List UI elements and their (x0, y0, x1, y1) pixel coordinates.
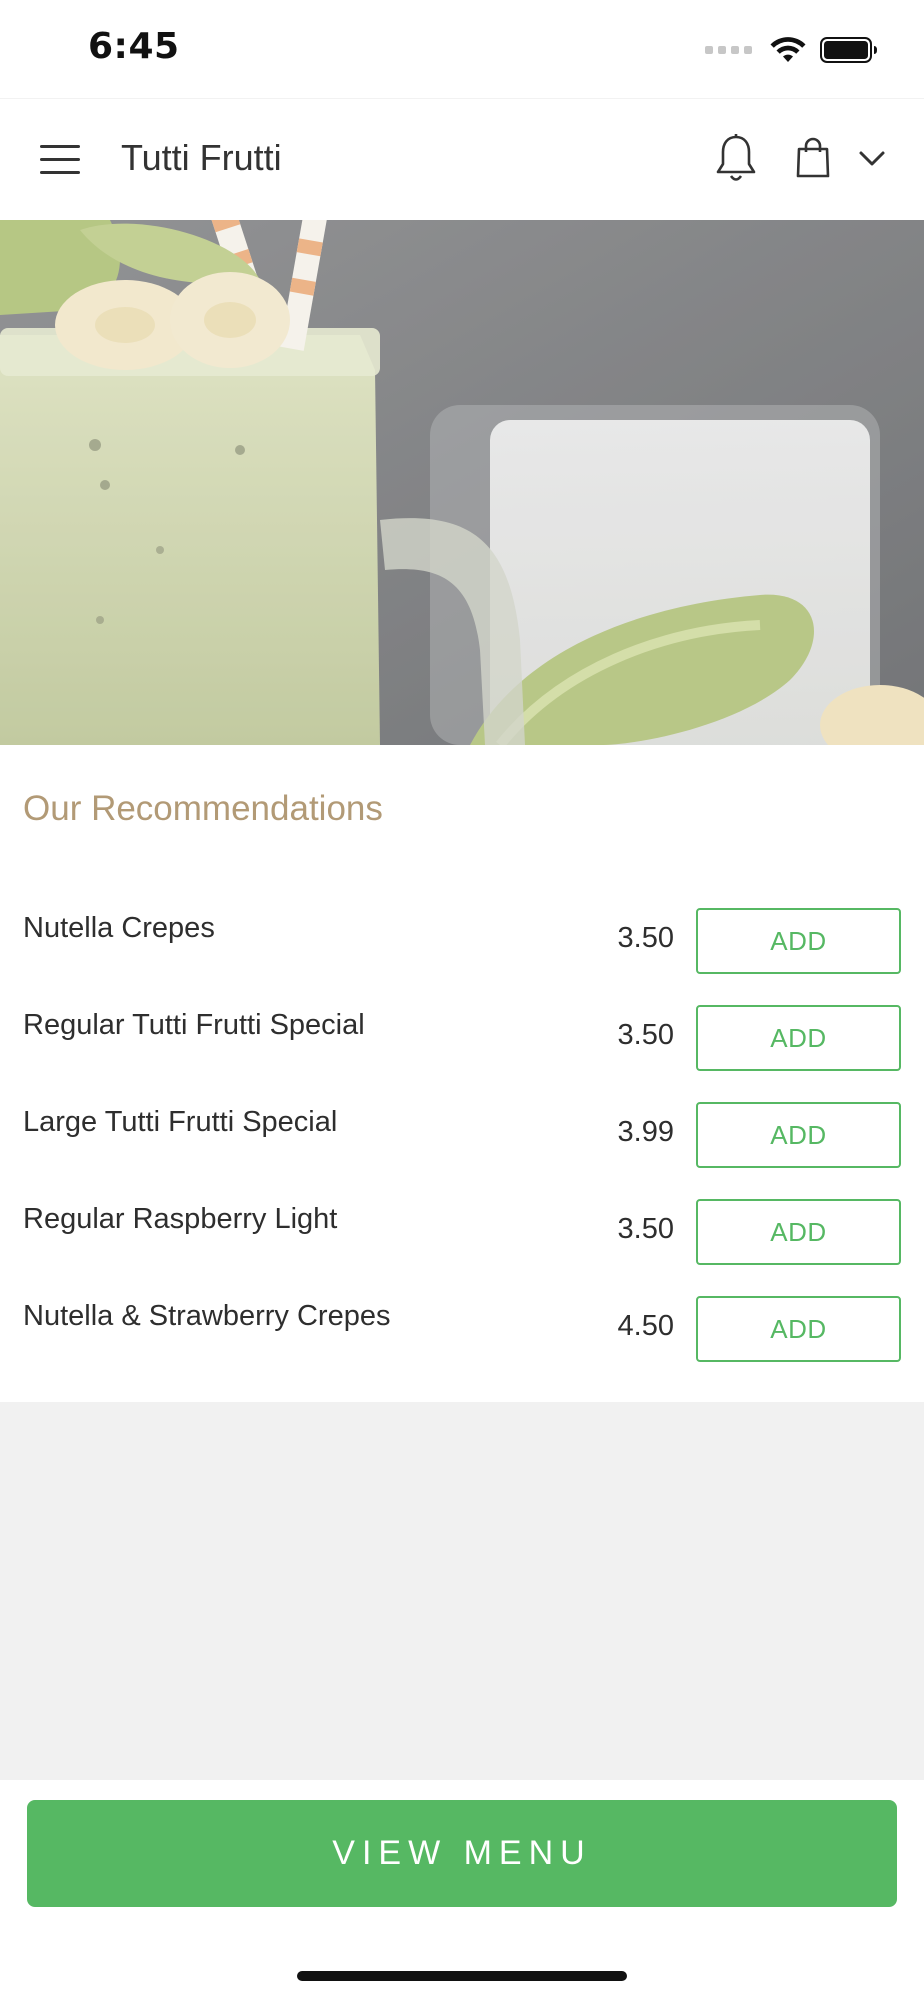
status-icons (705, 30, 878, 70)
item-price: 4.50 (617, 1310, 674, 1342)
wifi-icon (770, 37, 806, 62)
list-item: Nutella Crepes 3.50 ADD (0, 908, 924, 978)
item-name: Nutella Crepes (23, 912, 215, 944)
home-indicator (297, 1971, 627, 1981)
list-item: Regular Tutti Frutti Special 3.50 ADD (0, 1005, 924, 1075)
item-price: 3.50 (617, 1019, 674, 1051)
empty-content-area (0, 1402, 924, 1780)
list-item: Large Tutti Frutti Special 3.99 ADD (0, 1102, 924, 1172)
add-button[interactable]: ADD (696, 1199, 901, 1265)
list-item: Nutella & Strawberry Crepes 4.50 ADD (0, 1296, 924, 1366)
item-name: Regular Raspberry Light (23, 1203, 338, 1235)
shopping-bag-icon[interactable] (795, 137, 831, 179)
recommendations-title: Our Recommendations (23, 789, 383, 828)
bell-icon[interactable] (714, 133, 758, 185)
chevron-down-icon[interactable] (858, 149, 886, 169)
item-price: 3.99 (617, 1116, 674, 1148)
menu-icon[interactable] (40, 143, 80, 177)
item-name: Large Tutti Frutti Special (23, 1106, 338, 1138)
status-time: 6:45 (88, 26, 180, 67)
recommendations-section: Our Recommendations Nutella Crepes 3.50 … (0, 745, 924, 1402)
battery-icon (820, 37, 877, 63)
add-button[interactable]: ADD (696, 908, 901, 974)
bottom-bar: VIEW MENU (0, 1780, 924, 2000)
item-name: Regular Tutti Frutti Special (23, 1009, 365, 1041)
add-button[interactable]: ADD (696, 1102, 901, 1168)
status-bar: 6:45 (0, 0, 924, 98)
item-price: 3.50 (617, 922, 674, 954)
view-menu-button[interactable]: VIEW MENU (27, 1800, 897, 1907)
hero-image (0, 220, 924, 745)
item-name: Nutella & Strawberry Crepes (23, 1300, 391, 1332)
page-title: Tutti Frutti (121, 137, 282, 178)
add-button[interactable]: ADD (696, 1296, 901, 1362)
app-header: Tutti Frutti (0, 98, 924, 220)
list-item: Regular Raspberry Light 3.50 ADD (0, 1199, 924, 1269)
signal-icon (705, 46, 752, 54)
item-price: 3.50 (617, 1213, 674, 1245)
add-button[interactable]: ADD (696, 1005, 901, 1071)
